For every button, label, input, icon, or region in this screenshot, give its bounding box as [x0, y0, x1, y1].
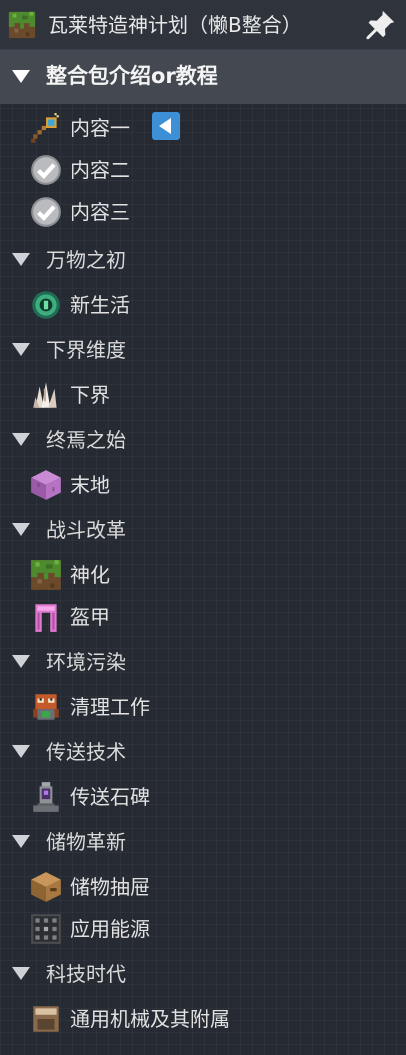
section-label: 传送技术 [46, 740, 126, 764]
list-item-mekanism[interactable]: 通用机械及其附属 [0, 998, 406, 1040]
chevron-down-icon [12, 967, 30, 980]
list-item-cleanup[interactable]: 清理工作 [0, 686, 406, 728]
section-label: 终焉之始 [46, 428, 126, 452]
item-label: 神化 [70, 563, 110, 587]
drawer-icon [31, 872, 61, 902]
section-header-combat[interactable]: 战斗改革 [0, 506, 406, 554]
section-label: 整合包介绍or教程 [46, 64, 218, 88]
list-item-content-3[interactable]: 内容三 [0, 191, 406, 233]
chevron-down-icon [12, 253, 30, 266]
section-header-intro[interactable]: 整合包介绍or教程 [0, 50, 406, 104]
section-header-pollution[interactable]: 环境污染 [0, 638, 406, 686]
list-item-content-2[interactable]: 内容二 [0, 149, 406, 191]
list-item-apotheosis[interactable]: 神化 [0, 554, 406, 596]
item-label: 新生活 [70, 293, 130, 317]
pin-icon[interactable] [363, 8, 397, 42]
item-label: 通用机械及其附属 [70, 1007, 230, 1031]
purpur-block-icon [31, 470, 61, 500]
list-item-new-life[interactable]: 新生活 [0, 284, 406, 326]
chapter-list: 整合包介绍or教程 内容一 内容二 内容三 万物之初 新生活 下界维度 下界 终… [0, 50, 406, 1040]
section-header-tech[interactable]: 科技时代 [0, 950, 406, 998]
chevron-down-icon [12, 745, 30, 758]
title-bar: 瓦莱特造神计划（懒B整合） [0, 0, 406, 50]
ender-eye-icon [32, 291, 60, 319]
leggings-icon [35, 604, 57, 632]
page-title: 瓦莱特造神计划（懒B整合） [48, 13, 302, 37]
list-item-the-end[interactable]: 末地 [0, 464, 406, 506]
section-label: 环境污染 [46, 650, 126, 674]
chevron-down-icon [12, 343, 30, 356]
list-item-content-1[interactable]: 内容一 [0, 107, 406, 149]
chevron-down-icon [12, 523, 30, 536]
grass-block-icon [7, 10, 37, 40]
current-marker-icon [152, 112, 180, 140]
chevron-down-icon [12, 70, 30, 83]
section-header-beginning[interactable]: 万物之初 [0, 236, 406, 284]
item-label: 应用能源 [70, 917, 150, 941]
checkmark-circle-icon [29, 153, 63, 187]
section-header-nether[interactable]: 下界维度 [0, 326, 406, 374]
section-label: 科技时代 [46, 962, 126, 986]
list-item-drawers[interactable]: 储物抽屉 [0, 866, 406, 908]
item-label: 盔甲 [70, 605, 110, 629]
magic-wand-icon [31, 113, 59, 143]
me-block-icon [31, 914, 61, 944]
checkmark-circle-icon [29, 195, 63, 229]
section-header-storage[interactable]: 储物革新 [0, 818, 406, 866]
item-label: 清理工作 [70, 695, 150, 719]
item-label: 内容一 [70, 116, 130, 140]
section-header-end[interactable]: 终焉之始 [0, 416, 406, 464]
section-label: 战斗改革 [46, 518, 126, 542]
section-label: 下界维度 [46, 338, 126, 362]
item-label: 传送石碑 [70, 785, 150, 809]
list-item-nether[interactable]: 下界 [0, 374, 406, 416]
list-item-applied-energistics[interactable]: 应用能源 [0, 908, 406, 950]
section-header-teleport[interactable]: 传送技术 [0, 728, 406, 776]
list-item-waystone[interactable]: 传送石碑 [0, 776, 406, 818]
section-label: 万物之初 [46, 248, 126, 272]
chevron-down-icon [12, 655, 30, 668]
chevron-down-icon [12, 433, 30, 446]
chevron-down-icon [12, 835, 30, 848]
item-label: 内容三 [70, 200, 130, 224]
item-label: 末地 [70, 473, 110, 497]
section-label: 储物革新 [46, 830, 126, 854]
item-label: 内容二 [70, 158, 130, 182]
machine-icon [33, 1006, 59, 1032]
list-item-armor[interactable]: 盔甲 [0, 596, 406, 638]
item-label: 储物抽屉 [70, 875, 150, 899]
item-label: 下界 [70, 383, 110, 407]
teleport-stone-icon [33, 782, 59, 812]
robot-icon [33, 694, 59, 720]
grass-block-icon [29, 558, 63, 592]
nether-quartz-icon [33, 382, 57, 408]
